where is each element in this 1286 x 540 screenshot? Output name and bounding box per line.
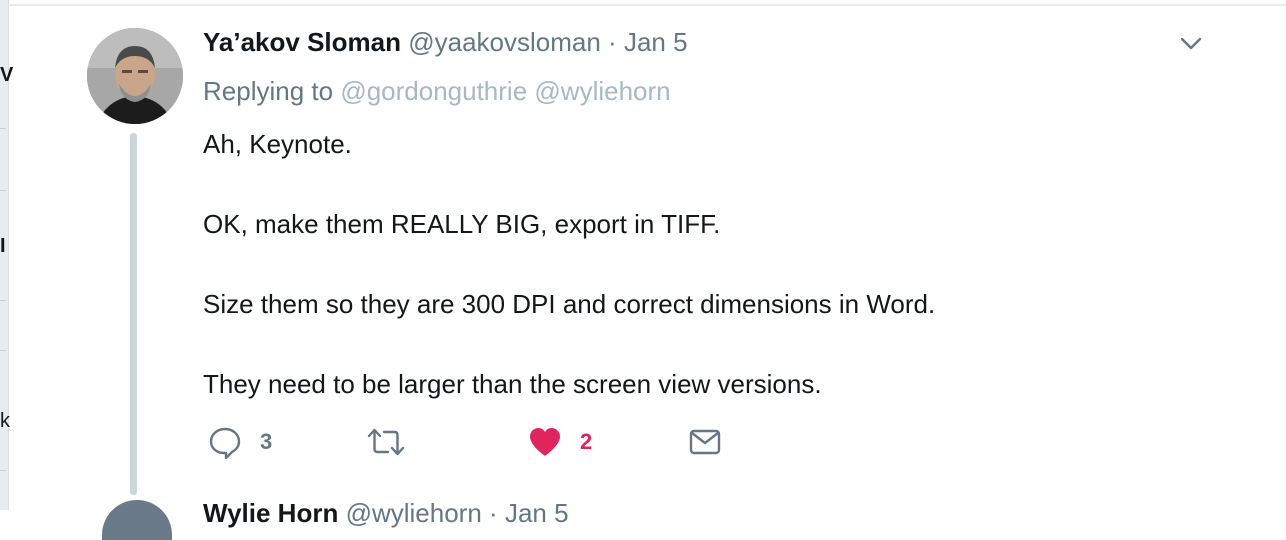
author-handle[interactable]: @yaakovsloman	[408, 27, 601, 57]
retweet-icon	[366, 425, 406, 459]
mention-link[interactable]: @wyliehorn	[534, 76, 670, 106]
left-panel-edge: V I k	[0, 0, 13, 510]
tweet-paragraph: They need to be larger than the screen v…	[203, 369, 822, 399]
header-separator: ·	[608, 27, 617, 57]
replying-label: Replying to	[203, 76, 334, 106]
direct-message-button[interactable]	[689, 424, 721, 460]
mention-link[interactable]: @gordonguthrie	[340, 76, 527, 106]
author-name[interactable]: Ya’akov Sloman	[203, 27, 401, 57]
reply-button[interactable]: 3	[208, 424, 272, 460]
tweet-paragraph: Size them so they are 300 DPI and correc…	[203, 289, 936, 319]
author-avatar[interactable]	[87, 28, 183, 124]
envelope-icon	[689, 428, 721, 456]
tweet-paragraph: Ah, Keynote.	[203, 129, 352, 159]
like-count: 2	[580, 429, 593, 454]
tweet-date[interactable]: Jan 5	[624, 27, 688, 57]
next-author-avatar[interactable]	[102, 500, 172, 540]
replying-to-line: Replying to @gordonguthrie @wyliehorn	[203, 76, 671, 107]
next-header-separator: ·	[489, 498, 498, 528]
tweet-header: Ya’akov Sloman @yaakovsloman · Jan 5	[203, 27, 688, 58]
tweet-paragraph: OK, make them REALLY BIG, export in TIFF…	[203, 209, 721, 239]
top-divider	[8, 4, 1286, 6]
thread-connector-line	[130, 133, 137, 495]
next-author-name[interactable]: Wylie Horn	[203, 498, 338, 528]
next-tweet-date[interactable]: Jan 5	[505, 498, 569, 528]
like-button[interactable]: 2	[528, 424, 592, 460]
reply-count: 3	[260, 429, 273, 454]
heart-icon	[528, 426, 562, 458]
next-author-handle[interactable]: @wyliehorn	[346, 498, 482, 528]
tweet-body: Ah, Keynote. OK, make them REALLY BIG, e…	[203, 124, 935, 404]
speech-bubble-icon	[208, 425, 242, 459]
chevron-down-icon[interactable]	[1178, 32, 1204, 54]
retweet-button[interactable]	[366, 424, 406, 460]
next-tweet-header: Wylie Horn @wyliehorn · Jan 5	[203, 498, 569, 529]
